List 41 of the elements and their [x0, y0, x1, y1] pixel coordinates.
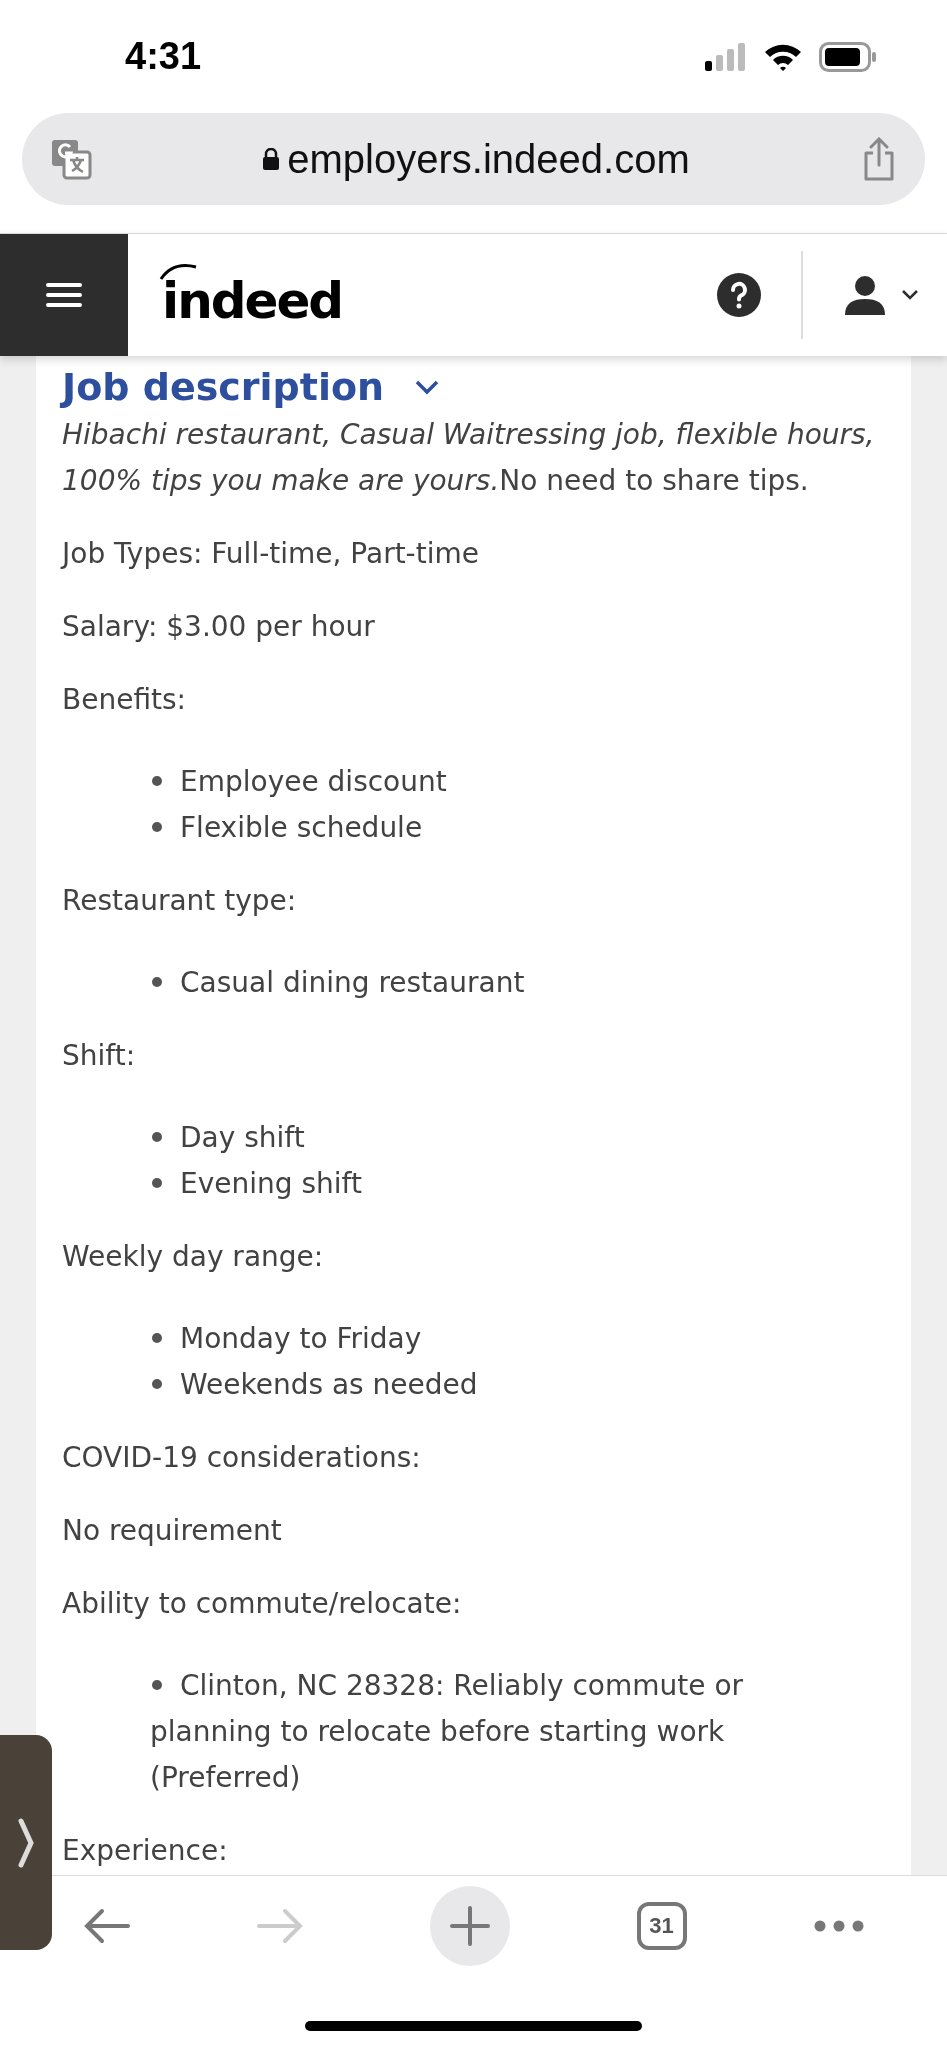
account-button[interactable]	[845, 275, 919, 315]
help-icon[interactable]	[717, 273, 761, 317]
description-text: Benefits:	[62, 682, 188, 718]
description-text: Hibachi restaurant, Casual Waitressing job, flexible hours, 100% tips you make are yours.No need to share tips.	[62, 417, 876, 499]
menu-button[interactable]	[0, 234, 128, 356]
tabs-button[interactable]: 31	[636, 1902, 687, 1950]
description-text: No requirement	[62, 1513, 283, 1549]
battery-icon	[819, 41, 877, 72]
list-item: Employee discount	[150, 759, 810, 805]
plus-icon[interactable]	[449, 1906, 490, 1946]
translate-icon[interactable]	[50, 138, 92, 180]
list-item: Evening shift	[150, 1161, 810, 1207]
list-item: Day shift	[150, 1115, 810, 1161]
description-text: Experience:	[62, 1833, 229, 1869]
description-text: Shift:	[62, 1038, 137, 1074]
section-title: Job description	[62, 364, 385, 411]
description-text: Salary: $3.00 per hour	[62, 609, 376, 645]
list-item: Casual dining restaurant	[150, 960, 810, 1006]
description-text: Weekly day range:	[62, 1239, 325, 1275]
description-text: COVID-19 considerations:	[62, 1440, 422, 1476]
menu-icon[interactable]	[46, 282, 82, 308]
list-item: Weekends as needed	[150, 1362, 810, 1408]
description-text: Restaurant type:	[62, 883, 298, 919]
chevron-right-icon[interactable]	[18, 1817, 34, 1868]
list-item: Clinton, NC 28328: Reliably commute or planning to relocate before starting work (Preferred)	[150, 1668, 745, 1796]
more-icon[interactable]	[813, 1920, 864, 1932]
side-tab[interactable]	[0, 1735, 52, 1950]
url-text[interactable]: employers.indeed.com	[287, 136, 690, 182]
signal-icon	[705, 42, 747, 71]
address-bar[interactable]: employers.indeed.com	[22, 113, 925, 205]
description-text: Ability to commute/relocate:	[62, 1586, 463, 1622]
chevron-down-icon[interactable]	[901, 289, 919, 301]
lock-icon	[263, 148, 280, 170]
logo[interactable]: indeed	[158, 259, 343, 331]
person-icon[interactable]	[845, 275, 885, 315]
expand-toggle[interactable]	[414, 379, 441, 395]
list-item: Flexible schedule	[150, 805, 810, 851]
status-time: 4:31	[125, 35, 202, 78]
back-button[interactable]	[83, 1908, 130, 1944]
list-item: Monday to Friday	[150, 1316, 810, 1362]
description-text: Job Types: Full-time, Part-time	[62, 536, 480, 572]
